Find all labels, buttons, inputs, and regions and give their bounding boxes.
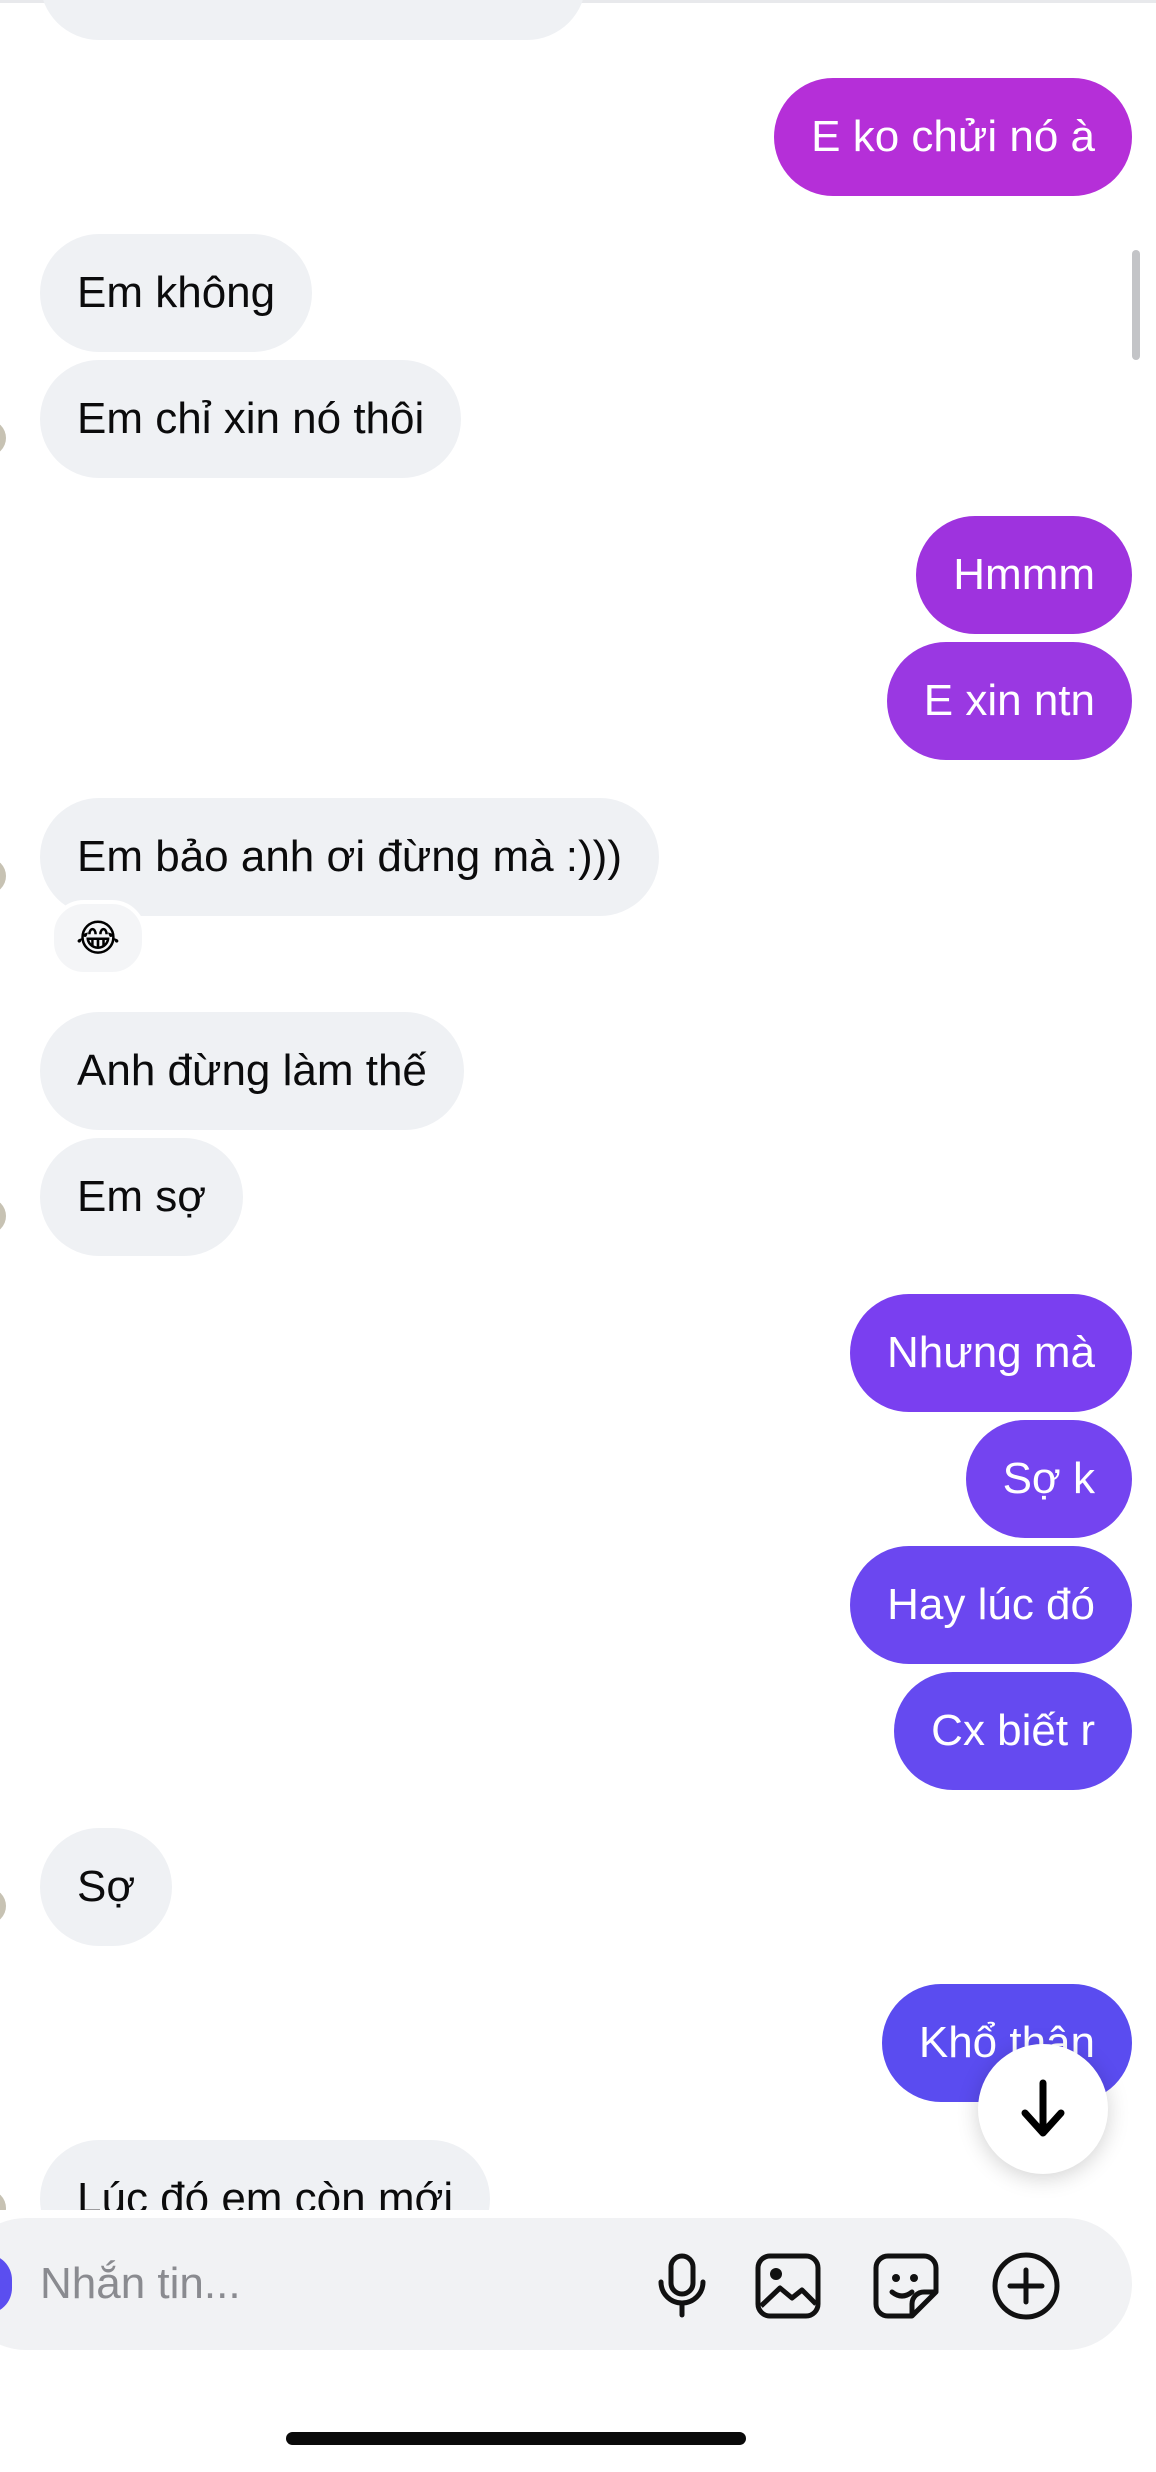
sticker-icon xyxy=(873,2253,939,2319)
message-bubble-outgoing[interactable]: Cx biết r xyxy=(894,1672,1132,1790)
message-bubble-incoming[interactable]: Sợ xyxy=(40,1828,173,1946)
more-options-button[interactable] xyxy=(990,2250,1062,2322)
message-text: Em không xyxy=(77,268,276,317)
microphone-icon xyxy=(658,2253,706,2318)
message-bubble-incoming[interactable]: Em sợ xyxy=(40,1138,244,1256)
plus-circle-icon xyxy=(992,2252,1060,2320)
message-bubble-outgoing[interactable]: E ko chửi nó à xyxy=(774,78,1132,196)
message-bubble-outgoing[interactable]: Hmmm xyxy=(916,516,1132,634)
message-bubble-incoming[interactable]: Anh đừng làm thế xyxy=(40,1012,464,1130)
message-text: Nhưng mà xyxy=(887,1328,1095,1377)
laughing-emoji-icon: 😂 xyxy=(75,917,121,960)
message-reaction[interactable]: 😂 xyxy=(50,900,146,976)
sender-avatar[interactable] xyxy=(0,858,6,894)
scroll-indicator[interactable] xyxy=(1132,250,1140,360)
message-bubble-incoming[interactable]: Em không xyxy=(40,234,313,352)
sender-avatar[interactable] xyxy=(0,1198,6,1234)
message-text: Anh đừng làm thế xyxy=(77,1046,427,1095)
scroll-to-bottom-button[interactable] xyxy=(978,2044,1108,2174)
message-text: Sợ xyxy=(77,1862,136,1911)
message-text: Em sợ xyxy=(77,1172,207,1221)
message-text: Hay lúc đó xyxy=(887,1580,1095,1629)
message-text: Lúc đó em còn mới xyxy=(77,2174,454,2211)
sender-avatar[interactable] xyxy=(0,2190,6,2210)
message-text: Em chỉ xin nó thôi xyxy=(77,394,425,443)
gallery-button[interactable] xyxy=(752,2250,824,2322)
message-bubble-outgoing[interactable]: Sợ k xyxy=(965,1420,1132,1538)
home-indicator[interactable] xyxy=(286,2432,746,2445)
message-bubble-incoming[interactable]: Em bảo anh ơi đừng mà :))) xyxy=(40,798,659,916)
sender-avatar[interactable] xyxy=(0,420,6,456)
message-text: Sợ k xyxy=(1002,1454,1095,1503)
message-text: Hmmm xyxy=(953,550,1095,599)
message-thread[interactable]: E ko chửi nó à Em không Em chỉ xin nó th… xyxy=(0,0,1156,2210)
sticker-button[interactable] xyxy=(870,2250,942,2322)
message-text: E ko chửi nó à xyxy=(811,112,1095,161)
message-bubble-incoming[interactable]: Em chỉ xin nó thôi xyxy=(40,360,462,478)
message-bubble-outgoing[interactable]: Hay lúc đó xyxy=(850,1546,1132,1664)
sender-avatar[interactable] xyxy=(0,1888,6,1924)
message-bubble-partial[interactable] xyxy=(40,0,586,40)
message-text: Cx biết r xyxy=(931,1706,1095,1755)
image-icon xyxy=(755,2253,821,2319)
voice-message-button[interactable] xyxy=(646,2250,718,2322)
message-text: E xin ntn xyxy=(923,676,1095,725)
arrow-down-icon xyxy=(1021,2079,1065,2137)
message-bubble-incoming[interactable]: Lúc đó em còn mới xyxy=(40,2140,491,2211)
message-bubble-outgoing[interactable]: E xin ntn xyxy=(886,642,1132,760)
message-input[interactable]: Nhắn tin... xyxy=(40,2254,241,2314)
message-bubble-outgoing[interactable]: Nhưng mà xyxy=(850,1294,1132,1412)
message-text: Em bảo anh ơi đừng mà :))) xyxy=(77,832,622,881)
